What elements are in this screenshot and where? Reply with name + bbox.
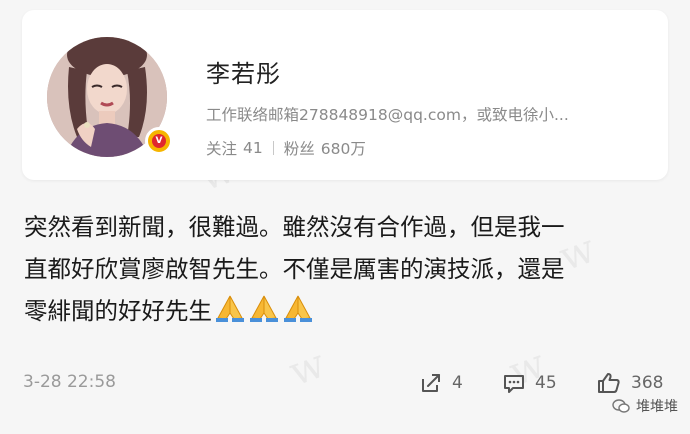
post-text: 突然看到新聞，很難過。雖然沒有合作過，但是我一 直都好欣賞廖啟智先生。不僅是厲害… (24, 206, 664, 332)
comment-count: 45 (535, 373, 557, 393)
verified-badge-icon: V (145, 127, 173, 155)
post-timestamp: 3-28 22:58 (23, 372, 116, 392)
thumbs-up-icon (598, 373, 620, 393)
share-button[interactable]: 4 (420, 370, 463, 396)
watermark-text: 堆堆堆 (636, 399, 678, 415)
folded-hands-icon (216, 295, 244, 322)
profile-stats: 关注 41 粉丝 680万 (206, 137, 366, 159)
post-footer: 3-28 22:58 4 45 368 (0, 368, 690, 398)
comment-icon (504, 375, 524, 393)
profile-card[interactable]: V 李若彤 工作联络邮箱278848918@qq.com，或致电徐小... 关注… (22, 10, 668, 180)
post-line: 零緋聞的好好先生 (24, 297, 212, 325)
profile-description: 工作联络邮箱278848918@qq.com，或致电徐小... (206, 106, 569, 124)
share-count: 4 (452, 373, 463, 393)
folded-hands-icon (284, 295, 312, 322)
wechat-icon (612, 399, 630, 413)
folded-hands-icon (250, 295, 278, 322)
stats-divider (272, 141, 274, 155)
post-line-with-emoji: 零緋聞的好好先生 (24, 290, 664, 332)
share-icon (422, 374, 440, 392)
post-line: 直都好欣賞廖啟智先生。不僅是厲害的演技派，還是 (24, 255, 565, 283)
following-count[interactable]: 41 (243, 139, 263, 157)
like-button[interactable]: 368 (597, 370, 663, 396)
profile-name[interactable]: 李若彤 (206, 54, 281, 89)
followers-label[interactable]: 粉丝 (284, 137, 315, 159)
like-count: 368 (631, 373, 664, 393)
following-label[interactable]: 关注 (206, 137, 237, 159)
followers-count[interactable]: 680万 (321, 137, 366, 159)
post-line: 突然看到新聞，很難過。雖然沒有合作過，但是我一 (24, 213, 565, 241)
comment-button[interactable]: 45 (503, 370, 557, 396)
account-watermark: 堆堆堆 (612, 396, 678, 416)
